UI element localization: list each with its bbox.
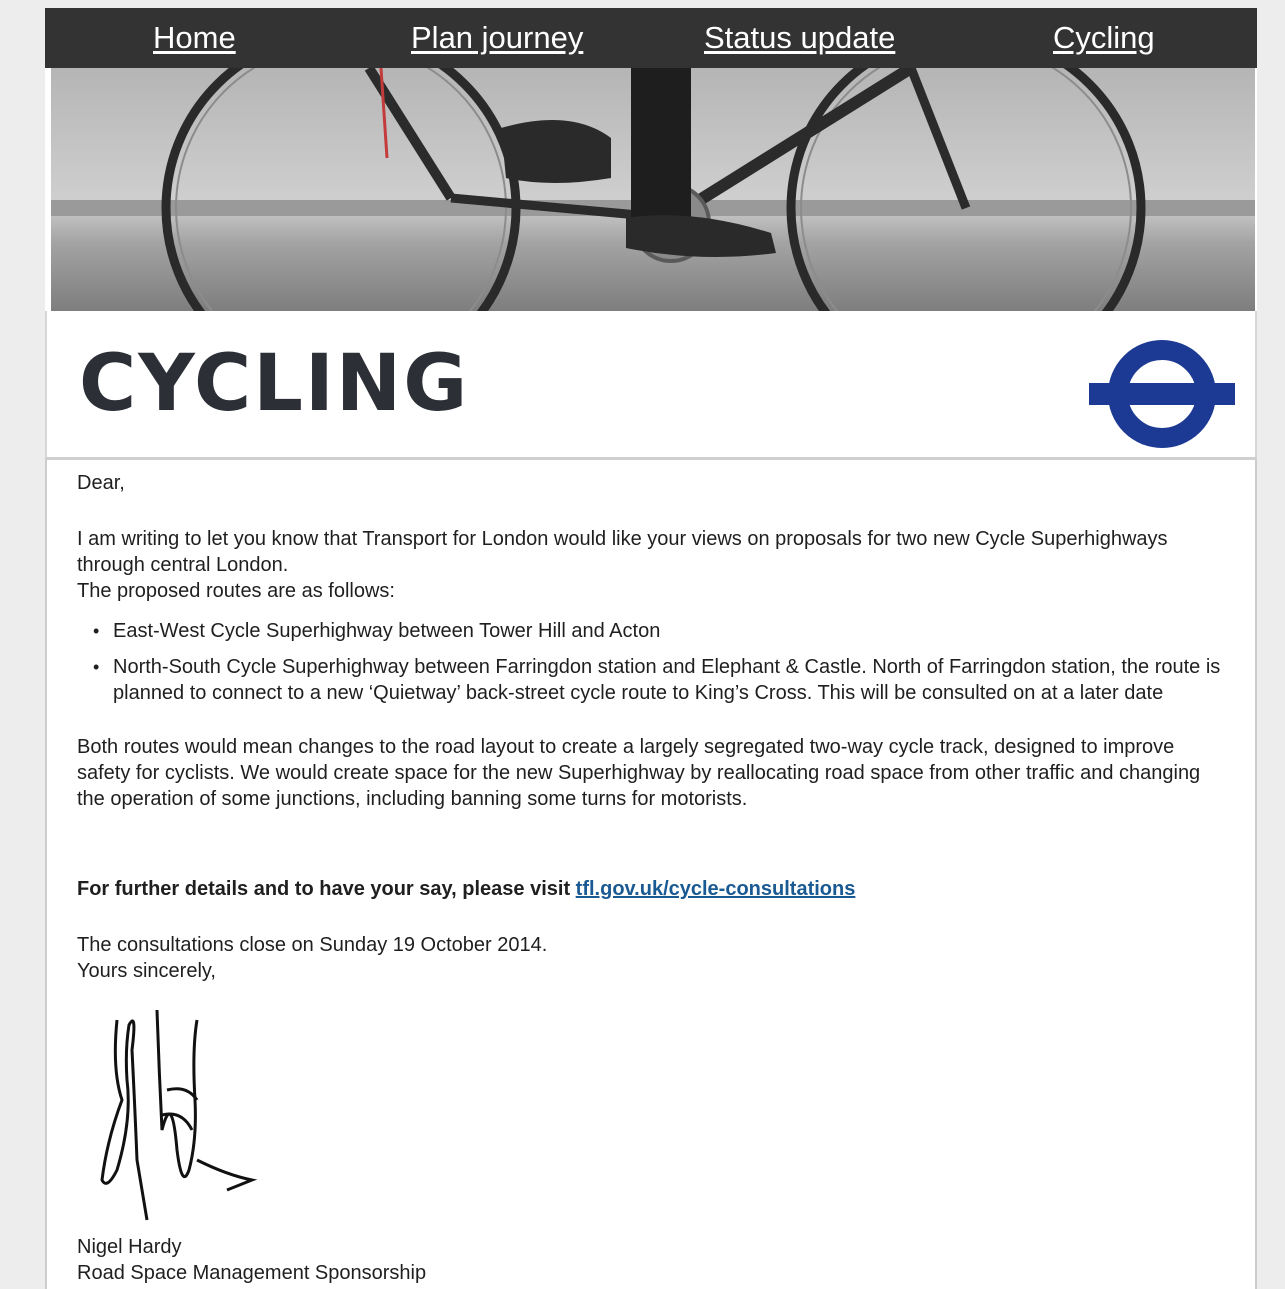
closing-date: The consultations close on Sunday 19 Oct… (77, 934, 548, 956)
brand-header: CYCLING (45, 311, 1257, 459)
routes-intro: The proposed routes are as follows: (77, 580, 395, 602)
details-paragraph: Both routes would mean changes to the ro… (77, 736, 1201, 810)
greeting: Dear, (77, 472, 125, 494)
intro-paragraph: I am writing to let you know that Transp… (77, 528, 1168, 576)
routes-list: East-West Cycle Superhighway between Tow… (93, 618, 1223, 706)
nav-plan-journey-link[interactable]: Plan journey (411, 20, 583, 56)
letter-body: Dear, I am writing to let you know that … (45, 460, 1257, 1289)
email-container: Home Plan journey Status update Cycling (45, 8, 1257, 1289)
list-item: North-South Cycle Superhighway between F… (93, 654, 1223, 706)
signoff: Yours sincerely, (77, 960, 216, 982)
cta-text: For further details and to have your say… (77, 878, 576, 900)
top-nav: Home Plan journey Status update Cycling (45, 8, 1257, 68)
list-item: East-West Cycle Superhighway between Tow… (93, 618, 1223, 644)
nav-home-link[interactable]: Home (153, 20, 236, 56)
signature-image (100, 1009, 258, 1221)
signer-role: Road Space Management Sponsorship (77, 1262, 427, 1284)
tfl-roundel-icon (1089, 340, 1235, 448)
nav-status-update-link[interactable]: Status update (704, 20, 895, 56)
cycling-title: CYCLING (79, 339, 470, 429)
hero-bicycle-image (51, 68, 1255, 311)
consultations-link[interactable]: tfl.gov.uk/cycle-consultations (576, 878, 856, 900)
cta-paragraph: For further details and to have your say… (77, 876, 1227, 902)
nav-cycling-link[interactable]: Cycling (1053, 20, 1155, 56)
signer-name: Nigel Hardy (77, 1236, 182, 1258)
